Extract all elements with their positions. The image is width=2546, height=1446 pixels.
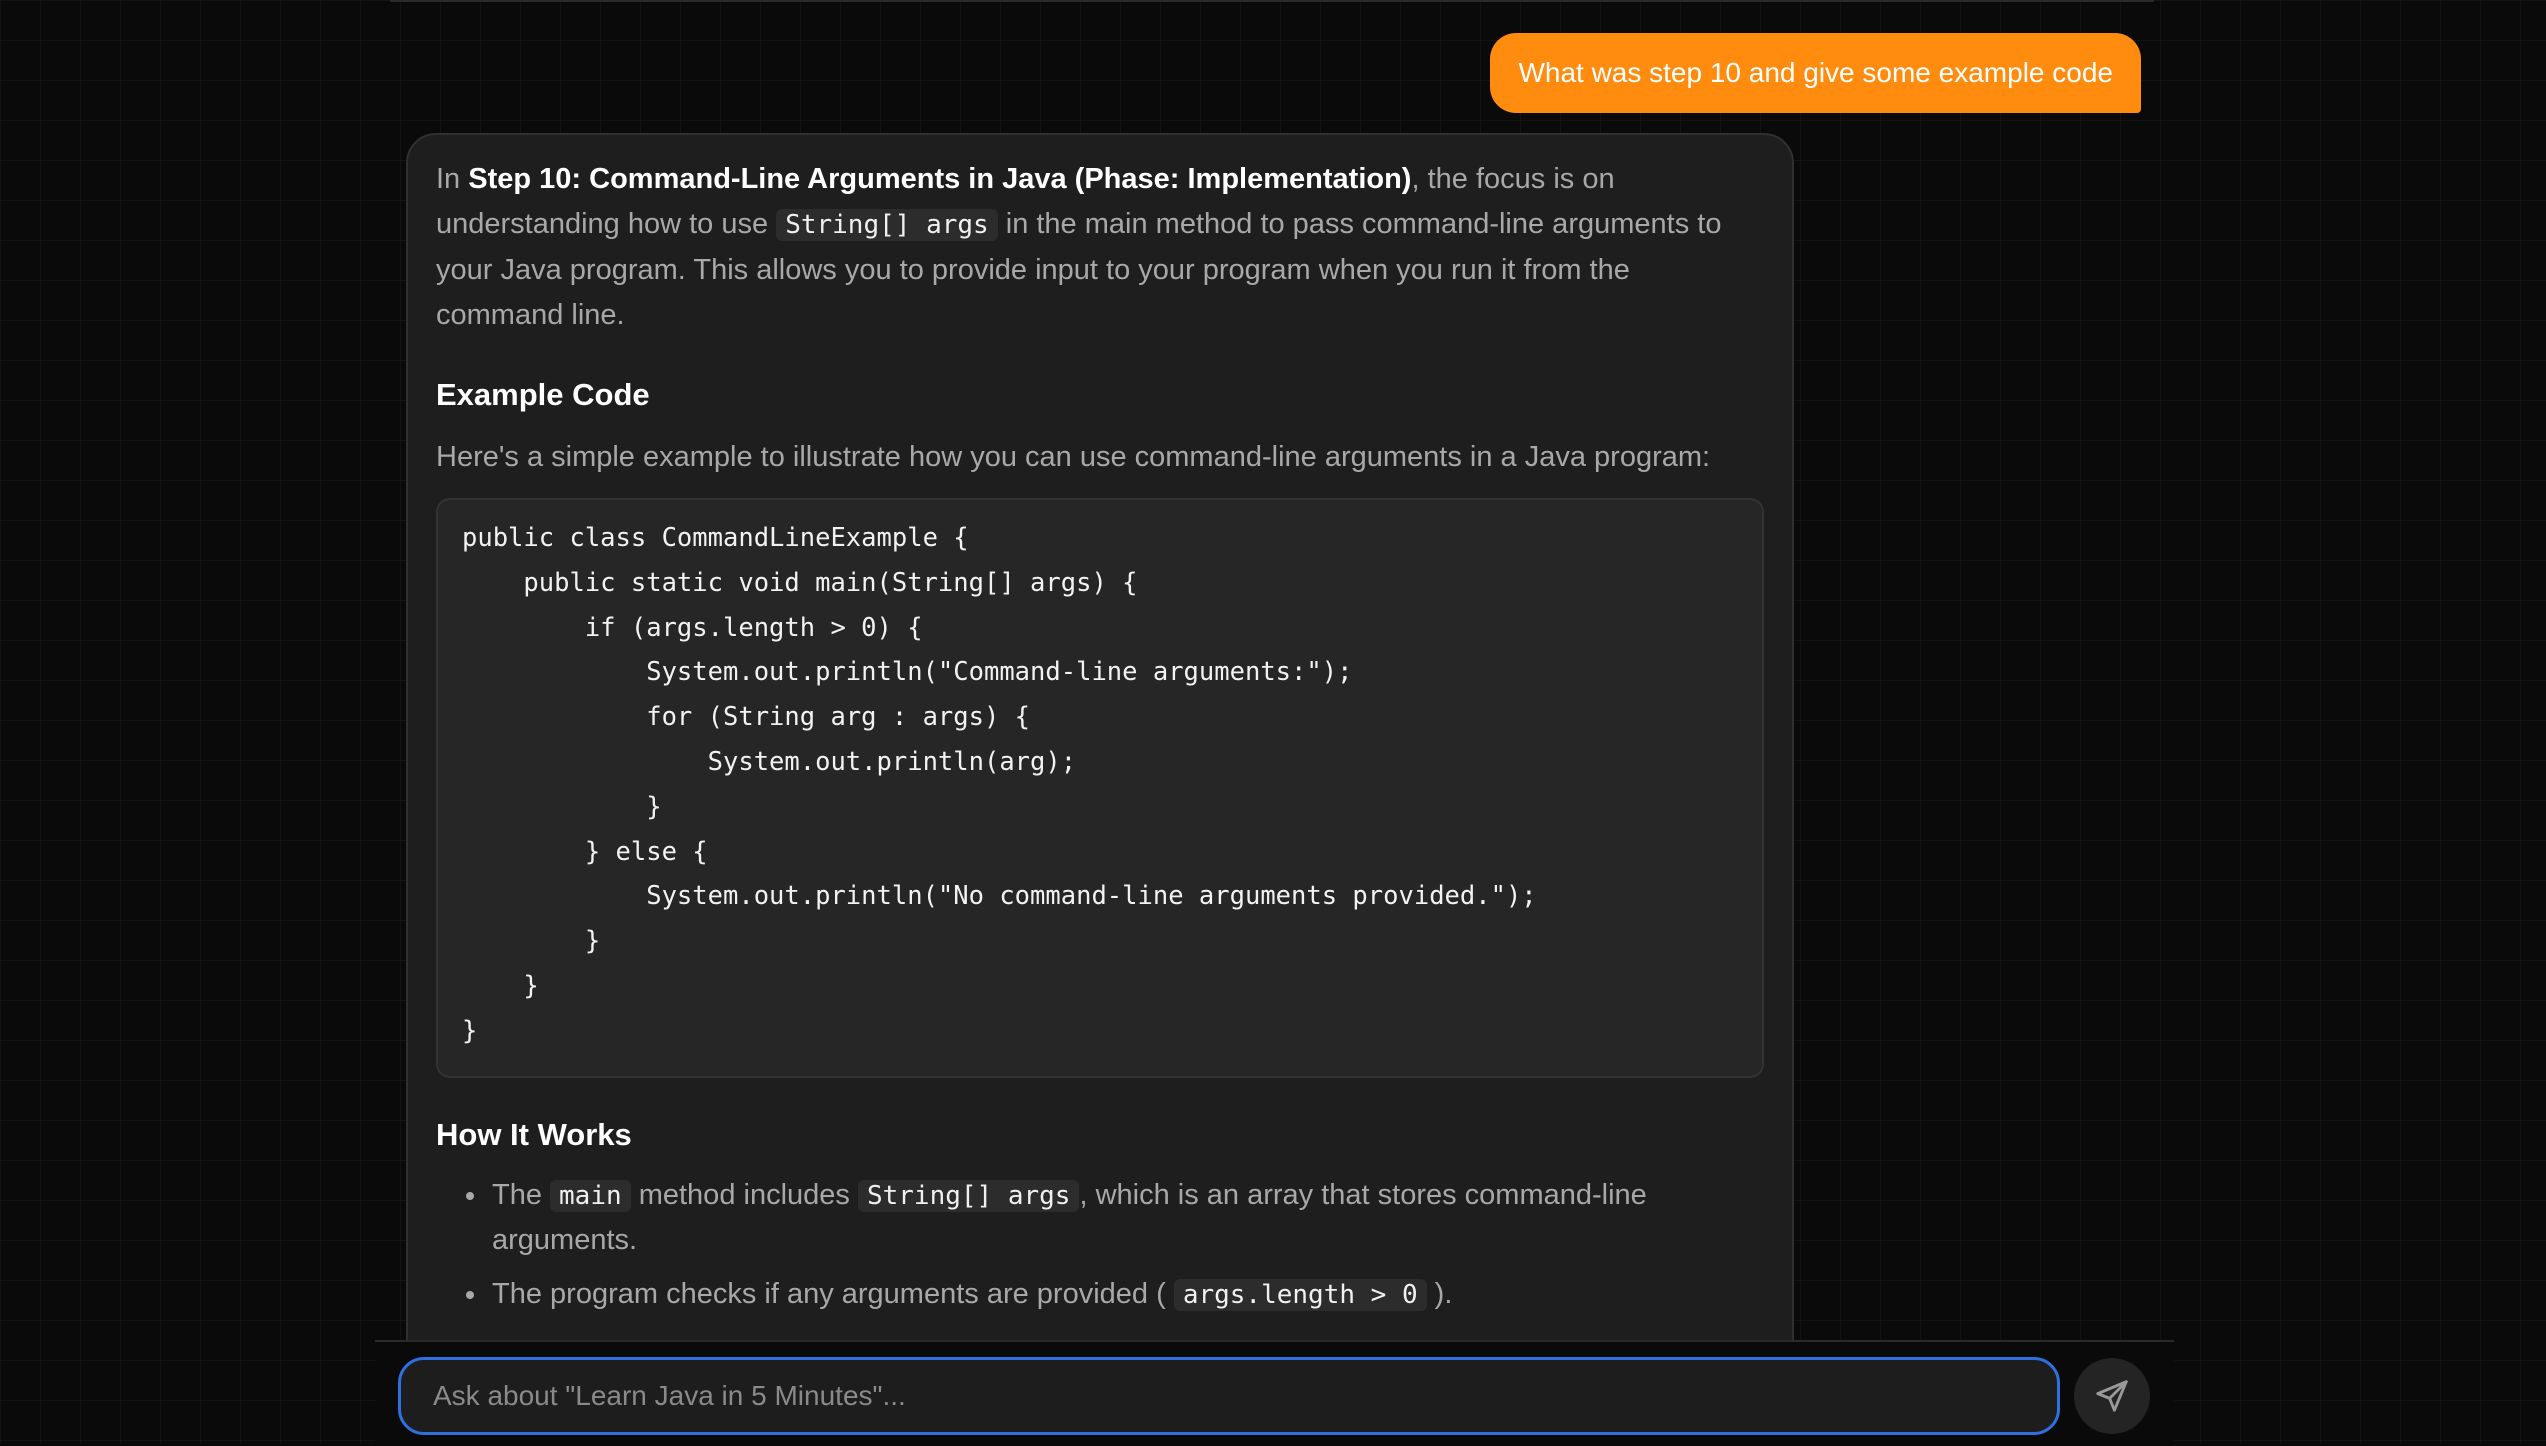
inline-code: args.length > 0: [1174, 1279, 1427, 1311]
code-line: }: [462, 919, 1738, 964]
assistant-message-card: In Step 10: Command-Line Arguments in Ja…: [406, 133, 1794, 1373]
code-line: for (String arg : args) {: [462, 695, 1738, 740]
code-line: }: [462, 964, 1738, 1009]
code-line: System.out.println("Command-line argumen…: [462, 650, 1738, 695]
send-button[interactable]: [2074, 1358, 2150, 1434]
header-divider: [390, 0, 2154, 2]
example-code-heading: Example Code: [436, 375, 1764, 415]
user-message-text: What was step 10 and give some example c…: [1518, 57, 2113, 89]
example-intro-paragraph: Here's a simple example to illustrate ho…: [436, 435, 1764, 480]
intro-bold: Step 10: Command-Line Arguments in Java …: [468, 163, 1411, 195]
send-icon: [2093, 1377, 2131, 1415]
code-line: }: [462, 1009, 1738, 1054]
code-line: public static void main(String[] args) {: [462, 561, 1738, 606]
code-line: System.out.println(arg);: [462, 740, 1738, 785]
user-message-bubble: What was step 10 and give some example c…: [1490, 33, 2141, 113]
code-line: if (args.length > 0) {: [462, 606, 1738, 651]
inline-code: main: [550, 1180, 631, 1212]
code-line: public class CommandLineExample {: [462, 516, 1738, 561]
how-it-works-list: The main method includes String[] args, …: [436, 1173, 1764, 1317]
list-item: The program checks if any arguments are …: [436, 1272, 1764, 1317]
bullet-text: method includes: [631, 1179, 858, 1211]
code-line: } else {: [462, 830, 1738, 875]
intro-paragraph: In Step 10: Command-Line Arguments in Ja…: [436, 157, 1764, 338]
how-it-works-heading: How It Works: [436, 1115, 1764, 1155]
code-line: }: [462, 785, 1738, 830]
bullet-text: ).: [1427, 1278, 1453, 1310]
chat-input[interactable]: [398, 1357, 2060, 1435]
list-item: The main method includes String[] args, …: [436, 1173, 1764, 1262]
code-line: System.out.println("No command-line argu…: [462, 874, 1738, 919]
inline-code: String[] args: [858, 1180, 1080, 1212]
intro-prefix: In: [436, 163, 468, 195]
code-block: public class CommandLineExample { public…: [436, 498, 1764, 1078]
bullet-text: The program checks if any arguments are …: [492, 1278, 1174, 1310]
bullet-text: The: [492, 1179, 550, 1211]
inline-code: String[] args: [776, 209, 998, 241]
